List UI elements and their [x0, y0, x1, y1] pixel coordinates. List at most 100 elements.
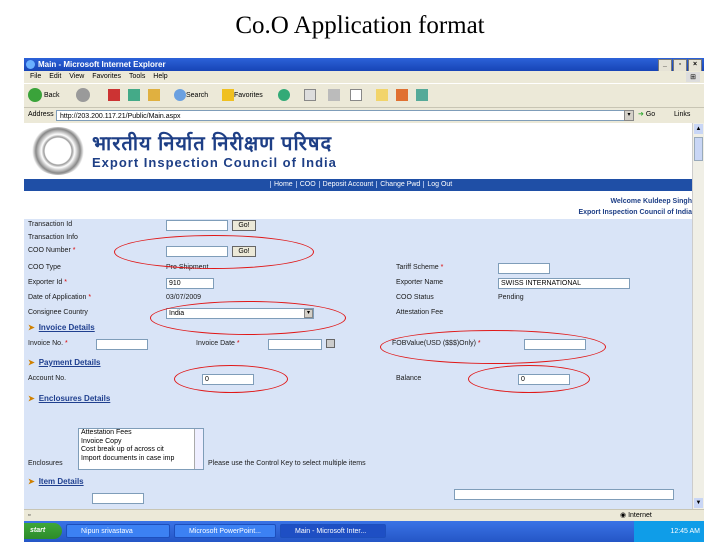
scroll-thumb[interactable]: [694, 137, 703, 161]
mail-button[interactable]: [304, 88, 316, 104]
star-icon: [222, 89, 234, 102]
invoice-details-header[interactable]: ➤ Invoice Details: [28, 321, 95, 335]
fob-value-input[interactable]: [524, 339, 586, 350]
coo-number-label: COO Number *: [28, 247, 76, 254]
date-of-application-label: Date of Application *: [28, 294, 92, 301]
coo-type-label: COO Type: [28, 264, 61, 271]
arrow-right-icon: ➤: [28, 477, 35, 486]
menu-help[interactable]: Help: [153, 73, 167, 80]
go-arrow-icon: ➜: [638, 111, 644, 118]
site-nav: Home COO Deposit Account Change Pwd Log Out: [24, 179, 692, 191]
links-button[interactable]: Links: [674, 111, 690, 118]
ie-logo-icon: [26, 60, 35, 69]
address-input[interactable]: http://203.200.117.21/Public/Main.aspx: [56, 110, 628, 121]
transaction-go-button[interactable]: Go!: [232, 220, 256, 231]
favorites-button[interactable]: Favorites: [222, 88, 263, 104]
payment-details-header[interactable]: ➤ Payment Details: [28, 356, 101, 370]
item-details-header[interactable]: ➤ Item Details: [28, 475, 84, 489]
tariff-scheme-input[interactable]: [498, 263, 550, 274]
date-of-application-value: 03/07/2009: [166, 294, 202, 301]
welcome-block: Welcome Kuldeep Singh Export Inspection …: [578, 196, 692, 218]
enclosure-option[interactable]: Cost break up of across cit: [81, 446, 203, 455]
menu-view[interactable]: View: [69, 73, 84, 80]
consignee-country-select[interactable]: India: [166, 308, 314, 319]
media-icon: [416, 89, 428, 102]
messenger-icon: [396, 89, 408, 102]
coo-type-value: Pre Shipment: [166, 264, 209, 271]
window-titlebar: Main - Microsoft Internet Explorer _ ▫ ×: [24, 58, 704, 72]
history-icon: [278, 89, 290, 102]
scroll-down-icon[interactable]: ▼: [694, 498, 703, 508]
exporter-name-label: Exporter Name: [396, 279, 444, 286]
fob-value-label: FOBValue(USD ($$$)Only) *: [392, 340, 481, 347]
windows-flag-icon: ⊞: [686, 72, 700, 82]
exporter-name-input[interactable]: SWISS INTERNATIONAL: [498, 278, 630, 289]
nav-coo[interactable]: COO: [295, 181, 319, 188]
refresh-button[interactable]: [128, 88, 140, 104]
menu-edit[interactable]: Edit: [49, 73, 61, 80]
listbox-scrollbar[interactable]: [194, 429, 203, 469]
scroll-up-icon[interactable]: ▲: [694, 124, 703, 134]
enclosures-listbox[interactable]: Attestation Fees Invoice Copy Cost break…: [78, 428, 204, 470]
nav-deposit-account[interactable]: Deposit Account: [318, 181, 377, 188]
folder-button[interactable]: [376, 88, 388, 104]
enclosures-label: Enclosures: [28, 460, 63, 467]
invoice-no-label: Invoice No. *: [28, 340, 68, 347]
task-nipun[interactable]: Nipun srivastava: [66, 524, 170, 538]
page-scrollbar[interactable]: ▲ ▼: [692, 123, 704, 509]
transaction-id-label: Transaction Id: [28, 221, 73, 228]
start-button[interactable]: start: [24, 523, 62, 539]
chevron-down-icon[interactable]: ▾: [304, 309, 313, 318]
item-input[interactable]: [92, 493, 144, 504]
transaction-id-input[interactable]: [166, 220, 228, 231]
media-button[interactable]: [416, 88, 428, 104]
enclosures-hint: Please use the Control Key to select mul…: [208, 460, 366, 467]
org-text: Export Inspection Council of India: [578, 209, 692, 216]
balance-label: Balance: [396, 375, 422, 382]
menu-file[interactable]: File: [30, 73, 41, 80]
task-powerpoint[interactable]: Microsoft PowerPoint...: [174, 524, 276, 538]
menu-tools[interactable]: Tools: [129, 73, 145, 80]
attestation-fee-label: Attestation Fee: [396, 309, 444, 316]
invoice-no-input[interactable]: [96, 339, 148, 350]
item-description-input[interactable]: [454, 489, 674, 500]
home-button[interactable]: [148, 88, 160, 104]
balance-input[interactable]: 0: [518, 374, 570, 385]
arrow-right-icon: ➤: [28, 358, 35, 367]
menu-favorites[interactable]: Favorites: [92, 73, 121, 80]
enclosure-option[interactable]: Attestation Fees: [81, 429, 203, 438]
forward-arrow-icon: [76, 88, 90, 103]
nav-log-out[interactable]: Log Out: [423, 181, 456, 188]
account-no-input[interactable]: 0: [202, 374, 254, 385]
edit-button[interactable]: [350, 88, 362, 104]
stop-button[interactable]: [108, 88, 120, 104]
coo-number-input[interactable]: [166, 246, 228, 257]
taskbar: start Nipun srivastava Microsoft PowerPo…: [24, 521, 704, 542]
back-button[interactable]: Back: [28, 88, 60, 104]
nav-home[interactable]: Home: [270, 181, 296, 188]
history-button[interactable]: [278, 88, 290, 104]
coo-status-value: Pending: [498, 294, 524, 301]
messenger-button[interactable]: [396, 88, 408, 104]
exporter-id-input[interactable]: 910: [166, 278, 214, 289]
go-button[interactable]: ➜ Go: [638, 110, 655, 118]
print-button[interactable]: [328, 88, 340, 104]
coo-number-go-button[interactable]: Go!: [232, 246, 256, 257]
invoice-date-input[interactable]: [268, 339, 322, 350]
nav-change-pwd[interactable]: Change Pwd: [376, 181, 424, 188]
task-ie-main[interactable]: Main - Microsoft Inter...: [280, 524, 386, 538]
enclosures-details-header[interactable]: ➤ Enclosures Details: [28, 392, 110, 406]
account-no-label: Account No.: [28, 375, 67, 382]
address-dropdown-icon[interactable]: ▾: [624, 110, 634, 121]
print-icon: [328, 89, 340, 102]
enclosure-option[interactable]: Import documents in case imp: [81, 455, 203, 464]
arrow-right-icon: ➤: [28, 394, 35, 403]
menu-bar: File Edit View Favorites Tools Help ⊞: [24, 71, 704, 83]
refresh-icon: [128, 89, 140, 102]
enclosure-option[interactable]: Invoice Copy: [81, 438, 203, 447]
forward-button[interactable]: [76, 88, 92, 104]
folder-icon: [376, 89, 388, 102]
browser-window: Main - Microsoft Internet Explorer _ ▫ ×…: [24, 58, 704, 542]
calendar-icon[interactable]: [326, 339, 335, 348]
search-button[interactable]: Search: [174, 88, 208, 104]
